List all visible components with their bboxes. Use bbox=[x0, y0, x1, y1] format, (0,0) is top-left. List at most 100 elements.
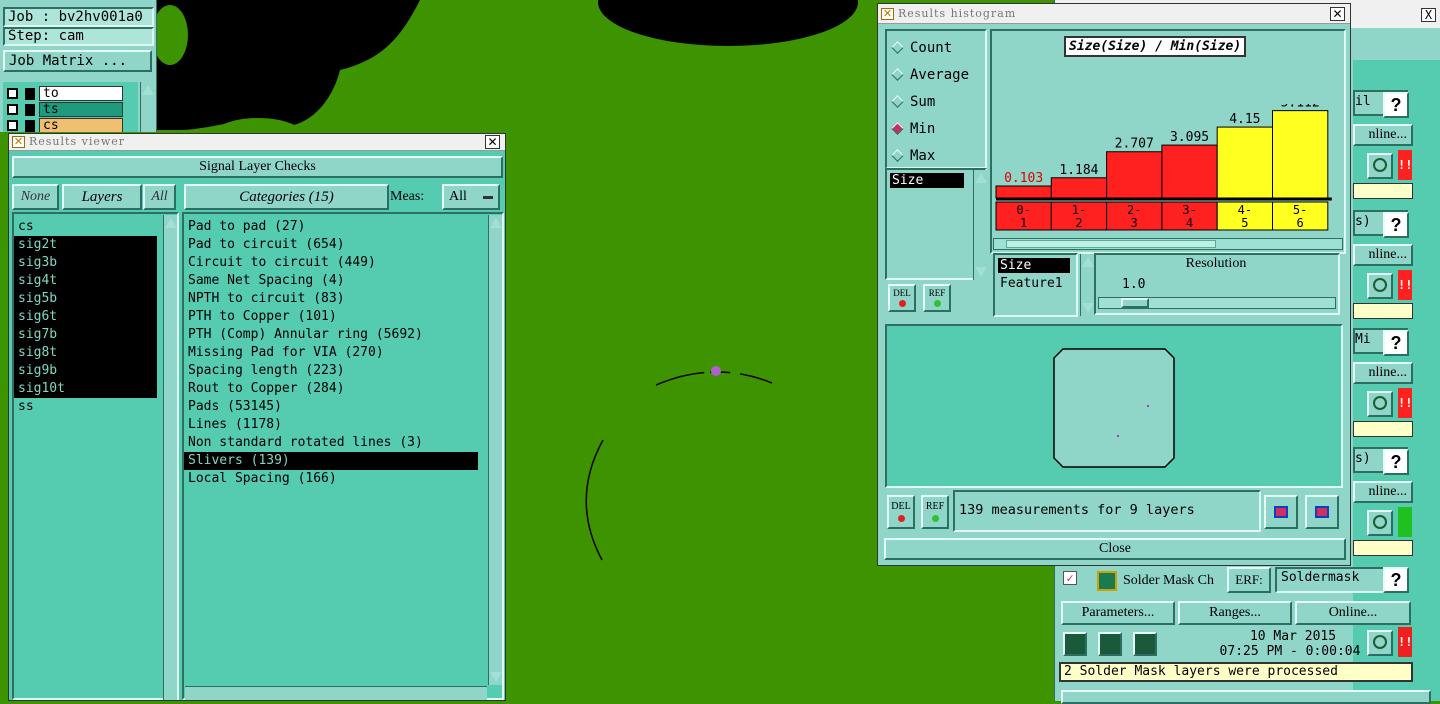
online-button[interactable]: nline... bbox=[1353, 362, 1413, 384]
help-button[interactable]: ? bbox=[1383, 330, 1409, 356]
histogram-bar[interactable] bbox=[1050, 177, 1108, 199]
mode-radio-min[interactable]: Min bbox=[887, 116, 985, 143]
job-matrix-button[interactable]: Job Matrix ... bbox=[3, 50, 152, 72]
run-icon-1[interactable] bbox=[1063, 632, 1087, 656]
histogram-bar[interactable] bbox=[995, 185, 1052, 199]
category-item[interactable]: NPTH to circuit (83) bbox=[184, 290, 478, 308]
del-button[interactable]: DEL bbox=[888, 284, 916, 312]
mode-radio-count[interactable]: Count bbox=[887, 35, 985, 62]
histogram-chart[interactable]: 0.103 0-1 1.184 1-2 2.707 2-3 3.095 3-4 4.15 4-5 5… bbox=[992, 104, 1332, 254]
layer-item-sig4t[interactable]: sig4t bbox=[14, 272, 157, 290]
job-layer-row[interactable]: ts bbox=[3, 102, 138, 118]
checkmark-icon[interactable]: ✓ bbox=[1063, 571, 1077, 585]
mode-radio-average[interactable]: Average bbox=[887, 62, 985, 89]
layer-item-cs[interactable]: cs bbox=[14, 218, 157, 236]
attribute-scrollbar[interactable] bbox=[1080, 254, 1094, 316]
zoom-icon[interactable] bbox=[1367, 510, 1393, 536]
parameters-button[interactable]: Parameters... bbox=[1061, 601, 1175, 625]
categories-button[interactable]: Categories (15) bbox=[184, 184, 389, 210]
category-item[interactable]: Rout to Copper (284) bbox=[184, 380, 478, 398]
mode-radio-max[interactable]: Max bbox=[887, 143, 985, 170]
layer-item-sig10t[interactable]: sig10t bbox=[14, 380, 157, 398]
close-icon[interactable]: ✕ bbox=[1330, 7, 1345, 21]
histogram-bar[interactable] bbox=[1161, 144, 1218, 199]
meas-dropdown[interactable]: All bbox=[442, 184, 500, 210]
job-layer-row[interactable]: cs bbox=[3, 118, 138, 132]
zoom-icon[interactable] bbox=[1367, 273, 1393, 299]
histogram-bar[interactable] bbox=[1272, 110, 1329, 199]
layer-item-sig7b[interactable]: sig7b bbox=[14, 326, 157, 344]
category-item[interactable]: Pads (53145) bbox=[184, 398, 478, 416]
preview-board[interactable] bbox=[1053, 348, 1177, 470]
category-item[interactable]: Slivers (139) bbox=[184, 452, 478, 470]
histogram-close-button[interactable]: Close bbox=[884, 538, 1346, 560]
erf-value-field[interactable]: Soldermask bbox=[1275, 567, 1391, 593]
checklist-close-icon[interactable]: X bbox=[1421, 8, 1436, 22]
del-button-bottom[interactable]: DEL bbox=[887, 495, 915, 529]
run-icon-2[interactable] bbox=[1098, 632, 1122, 656]
ranges-button[interactable]: Ranges... bbox=[1178, 601, 1292, 625]
zoom-icon[interactable] bbox=[1367, 630, 1393, 656]
categories-hscrollbar[interactable] bbox=[185, 686, 487, 700]
categories-scrollbar[interactable] bbox=[488, 215, 502, 685]
run-icon-3[interactable] bbox=[1133, 632, 1157, 656]
layers-button[interactable]: Layers bbox=[62, 184, 142, 210]
category-item[interactable]: PTH to Copper (101) bbox=[184, 308, 478, 326]
attribute-item-feature1[interactable]: Feature1 bbox=[998, 276, 1076, 291]
zoom-icon[interactable] bbox=[1367, 391, 1393, 417]
help-button[interactable]: ? bbox=[1383, 449, 1409, 475]
ref-button-bottom[interactable]: REF bbox=[921, 495, 949, 529]
layer-item-sig8t[interactable]: sig8t bbox=[14, 344, 157, 362]
layer-name[interactable]: ts bbox=[39, 102, 123, 117]
layer-item-sig9b[interactable]: sig9b bbox=[14, 362, 157, 380]
online-button[interactable]: nline... bbox=[1353, 481, 1413, 503]
layer-item-sig3b[interactable]: sig3b bbox=[14, 254, 157, 272]
job-layer-scrollbar[interactable] bbox=[140, 82, 154, 132]
signal-layer-checks-heading[interactable]: Signal Layer Checks bbox=[12, 156, 503, 178]
online-button[interactable]: nline... bbox=[1353, 124, 1413, 146]
attribute-item-size[interactable]: Size bbox=[998, 258, 1070, 273]
layer-item-sig2t[interactable]: sig2t bbox=[14, 236, 157, 254]
category-item[interactable]: Non standard rotated lines (3) bbox=[184, 434, 478, 452]
layer-name[interactable]: cs bbox=[39, 118, 123, 132]
erf-button[interactable]: ERF: bbox=[1227, 567, 1271, 593]
checklist-bottom-button[interactable] bbox=[1061, 690, 1431, 704]
category-item[interactable]: Pad to pad (27) bbox=[184, 218, 478, 236]
job-layer-row[interactable]: to bbox=[3, 86, 138, 102]
help-button[interactable]: ? bbox=[1383, 92, 1409, 118]
none-button[interactable]: None bbox=[12, 184, 59, 210]
category-item[interactable]: Missing Pad for VIA (270) bbox=[184, 344, 478, 362]
resolution-slider-thumb[interactable] bbox=[1121, 298, 1149, 308]
all-button[interactable]: All bbox=[143, 184, 176, 210]
layers-list[interactable]: cs sig2t sig3b sig4t sig5b sig6t sig7b sig8t sig… bbox=[12, 212, 179, 700]
layer-item-sig5b[interactable]: sig5b bbox=[14, 290, 157, 308]
category-item[interactable]: Spacing length (223) bbox=[184, 362, 478, 380]
field-list-item[interactable]: Size bbox=[890, 173, 964, 188]
category-item[interactable]: Lines (1178) bbox=[184, 416, 478, 434]
attribute-list[interactable]: Size Feature1 bbox=[993, 253, 1078, 317]
category-item[interactable]: PTH (Comp) Annular ring (5692) bbox=[184, 326, 478, 344]
category-item[interactable]: Pad to circuit (654) bbox=[184, 236, 478, 254]
layer-checkbox[interactable] bbox=[7, 88, 18, 99]
mode-radio-sum[interactable]: Sum bbox=[887, 89, 985, 116]
layer-checkbox[interactable] bbox=[7, 120, 18, 131]
chart-hscrollbar[interactable] bbox=[993, 238, 1343, 250]
help-button[interactable]: ? bbox=[1383, 567, 1409, 593]
category-item[interactable]: Circuit to circuit (449) bbox=[184, 254, 478, 272]
online-button[interactable]: nline... bbox=[1353, 244, 1413, 266]
histogram-bar[interactable] bbox=[1106, 151, 1163, 199]
close-icon[interactable]: ✕ bbox=[485, 135, 500, 149]
layers-scrollbar[interactable] bbox=[163, 215, 177, 700]
layer-checkbox[interactable] bbox=[7, 104, 18, 115]
category-item[interactable]: Local Spacing (166) bbox=[184, 470, 478, 488]
export-icon-1[interactable] bbox=[1264, 495, 1298, 529]
export-icon-2[interactable] bbox=[1305, 495, 1339, 529]
help-button[interactable]: ? bbox=[1383, 212, 1409, 238]
layer-name[interactable]: to bbox=[39, 86, 123, 101]
histogram-bar[interactable] bbox=[1216, 126, 1273, 199]
category-item[interactable]: Same Net Spacing (4) bbox=[184, 272, 478, 290]
online-button[interactable]: Online... bbox=[1295, 601, 1411, 625]
zoom-icon[interactable] bbox=[1367, 153, 1393, 179]
field-list-scrollbar[interactable] bbox=[973, 170, 987, 280]
categories-list[interactable]: Pad to pad (27) Pad to circuit (654) Circu… bbox=[182, 212, 504, 700]
